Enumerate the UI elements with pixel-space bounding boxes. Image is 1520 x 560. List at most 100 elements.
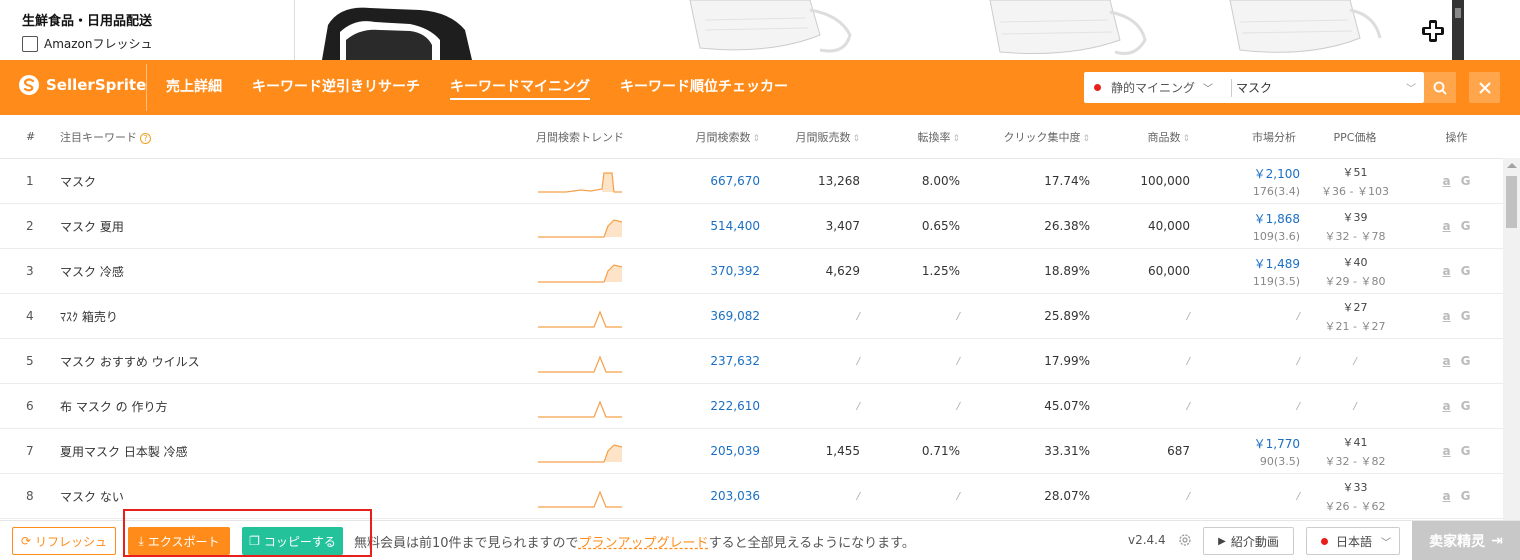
scroll-up-arrow-icon[interactable] <box>1507 163 1517 168</box>
keyword-cell[interactable]: マスク ない <box>60 488 520 505</box>
market-analysis-cell[interactable]: ￥1,868 109(3.6) <box>1190 210 1300 243</box>
market-price[interactable]: / <box>1190 311 1300 322</box>
market-analysis-cell[interactable]: / <box>1190 491 1300 502</box>
table-row[interactable]: 2 マスク 夏用 514,400 3,407 0.65% 26.38% 40,000 ￥1,8… <box>0 204 1503 249</box>
col-search-volume-label: 月間検索数 <box>695 130 751 144</box>
conversion-cell: 0.71% <box>921 444 960 458</box>
keyword-cell[interactable]: マスク <box>60 173 520 190</box>
intro-video-button[interactable]: ▶ 紹介動画 <box>1203 527 1294 555</box>
market-price[interactable]: / <box>1190 401 1300 412</box>
sort-icon[interactable]: ⇕ <box>952 134 960 144</box>
market-price[interactable]: / <box>1190 356 1300 367</box>
table-row[interactable]: 1 マスク 667,670 13,268 8.00% 17.74% 100,000 ￥2,10… <box>0 159 1503 204</box>
market-analysis-cell[interactable]: / <box>1190 356 1300 367</box>
sort-icon[interactable]: ⇕ <box>1082 134 1090 144</box>
market-analysis-cell[interactable]: / <box>1190 401 1300 412</box>
trend-sparkline[interactable] <box>520 392 640 420</box>
keyword-cell[interactable]: ﾏｽｸ 箱売り <box>60 308 520 325</box>
trend-sparkline[interactable] <box>520 212 640 240</box>
google-icon[interactable]: G <box>1461 174 1471 188</box>
upgrade-link[interactable]: プランアップグレード <box>579 536 709 551</box>
tab-rank-checker[interactable]: キーワード順位チェッカー <box>620 60 788 115</box>
amazon-icon[interactable]: a <box>1443 444 1451 458</box>
market-analysis-cell[interactable]: ￥1,770 90(3.5) <box>1190 435 1300 468</box>
google-icon[interactable]: G <box>1461 354 1471 368</box>
amazon-icon[interactable]: a <box>1443 399 1451 413</box>
search-volume-cell[interactable]: 514,400 <box>640 219 760 233</box>
keyword-cell[interactable]: マスク おすすめ ウイルス <box>60 353 520 370</box>
trend-sparkline[interactable] <box>520 167 640 195</box>
chevron-down-icon[interactable]: ﹀ <box>1406 80 1424 95</box>
keyword-cell[interactable]: 夏用マスク 日本製 冷感 <box>60 443 520 460</box>
table-row[interactable]: 6布 マスク の 作り方 222,610//45.07% / / / a G <box>0 384 1503 429</box>
amazon-icon[interactable]: a <box>1443 219 1451 233</box>
version-label: v2.4.4 <box>1128 533 1166 547</box>
amazon-icon[interactable]: a <box>1443 174 1451 188</box>
sort-icon[interactable]: ⇕ <box>1182 134 1190 144</box>
close-button[interactable] <box>1469 72 1500 103</box>
tab-reverse-keyword[interactable]: キーワード逆引きリサーチ <box>252 60 420 115</box>
search-volume-cell[interactable]: 667,670 <box>640 174 760 188</box>
seller-sprite-button[interactable]: 卖家精灵 ⇥ <box>1412 521 1520 560</box>
search-volume-cell[interactable]: 369,082 <box>640 309 760 323</box>
ppc-cell: ￥41 ￥32 - ￥82 <box>1300 434 1410 469</box>
google-icon[interactable]: G <box>1461 489 1471 503</box>
tab-keyword-mining[interactable]: キーワードマイニング <box>450 60 590 115</box>
scrollbar-thumb[interactable] <box>1506 176 1517 228</box>
row-index: 8 <box>26 489 34 503</box>
search-volume-cell[interactable]: 205,039 <box>640 444 760 458</box>
trend-sparkline[interactable] <box>520 437 640 465</box>
sort-icon[interactable]: ⇕ <box>852 134 860 144</box>
fresh-filter[interactable]: Amazonフレッシュ <box>22 35 294 52</box>
market-price[interactable]: ￥2,100 <box>1190 165 1300 182</box>
trend-sparkline[interactable] <box>520 302 640 330</box>
table-row[interactable]: 5 マスク おすすめ ウイルス 237,632//17.99% / / / a G <box>0 339 1503 384</box>
trend-sparkline[interactable] <box>520 482 640 510</box>
language-select[interactable]: 日本語 ﹀ <box>1306 527 1400 555</box>
keyword-search-input[interactable] <box>1232 73 1406 102</box>
table-row[interactable]: 3 マスク 冷感 370,392 4,629 1.25% 18.89% 60,000 ￥1,4… <box>0 249 1503 294</box>
ppc-price: ￥41 <box>1342 435 1368 449</box>
search-button[interactable] <box>1424 72 1456 103</box>
google-icon[interactable]: G <box>1461 444 1471 458</box>
table-row[interactable]: 4 ﾏｽｸ 箱売り 369,082//25.89% / / ￥27 ￥21 - ￥27 a G <box>0 294 1503 339</box>
col-products[interactable]: 商品数 ⇕ <box>1090 129 1190 145</box>
google-icon[interactable]: G <box>1461 264 1471 278</box>
keyword-cell[interactable]: マスク 夏用 <box>60 218 520 235</box>
amazon-icon[interactable]: a <box>1443 309 1451 323</box>
amazon-icon[interactable]: a <box>1443 264 1451 278</box>
refresh-button[interactable]: ⟳ リフレッシュ <box>12 527 116 555</box>
search-volume-cell[interactable]: 370,392 <box>640 264 760 278</box>
keyword-cell[interactable]: マスク 冷感 <box>60 263 520 280</box>
col-search-volume[interactable]: 月間検索数 ⇕ <box>640 129 760 145</box>
col-monthly-sales[interactable]: 月間販売数 ⇕ <box>760 129 860 145</box>
table-row[interactable]: 7 夏用マスク 日本製 冷感 205,039 1,455 0.71% 33.31% 687 ￥… <box>0 429 1503 474</box>
search-volume-cell[interactable]: 222,610 <box>640 399 760 413</box>
help-icon[interactable]: ? <box>140 132 151 144</box>
trend-sparkline[interactable] <box>520 257 640 285</box>
keyword-cell[interactable]: 布 マスク の 作り方 <box>60 398 520 415</box>
google-icon[interactable]: G <box>1461 399 1471 413</box>
market-analysis-cell[interactable]: / <box>1190 311 1300 322</box>
gear-icon[interactable] <box>1178 533 1192 547</box>
sellersprite-logo[interactable]: SellerSprite <box>18 74 146 96</box>
market-analysis-cell[interactable]: ￥2,100 176(3.4) <box>1190 165 1300 198</box>
market-price[interactable]: ￥1,489 <box>1190 255 1300 272</box>
col-click-concentration[interactable]: クリック集中度 ⇕ <box>960 129 1090 145</box>
tab-sales-detail[interactable]: 売上詳細 <box>166 60 222 115</box>
trend-sparkline[interactable] <box>520 347 640 375</box>
market-price[interactable]: / <box>1190 491 1300 502</box>
search-volume-cell[interactable]: 203,036 <box>640 489 760 503</box>
amazon-icon[interactable]: a <box>1443 489 1451 503</box>
market-price[interactable]: ￥1,770 <box>1190 435 1300 452</box>
search-volume-cell[interactable]: 237,632 <box>640 354 760 368</box>
fresh-checkbox[interactable] <box>22 35 38 52</box>
mining-mode-select[interactable]: 静的マイニング ﹀ <box>1084 78 1232 97</box>
google-icon[interactable]: G <box>1461 309 1471 323</box>
market-price[interactable]: ￥1,868 <box>1190 210 1300 227</box>
google-icon[interactable]: G <box>1461 219 1471 233</box>
amazon-icon[interactable]: a <box>1443 354 1451 368</box>
col-conversion[interactable]: 転換率 ⇕ <box>860 129 960 145</box>
market-analysis-cell[interactable]: ￥1,489 119(3.5) <box>1190 255 1300 288</box>
sort-icon[interactable]: ⇕ <box>752 134 760 144</box>
